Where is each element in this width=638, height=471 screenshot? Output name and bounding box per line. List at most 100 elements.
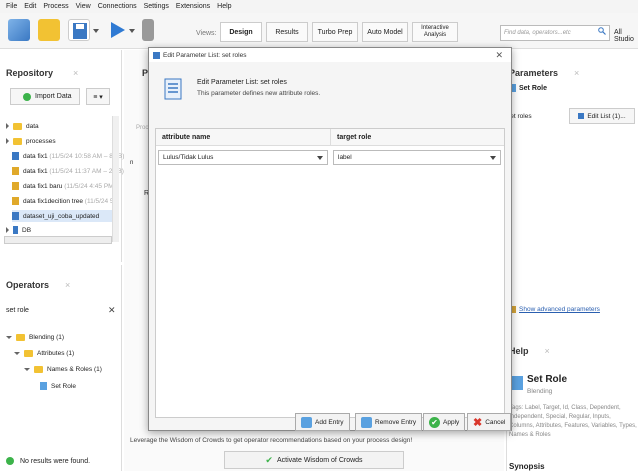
menu-connections[interactable]: Connections: [98, 3, 137, 10]
model-icon: [12, 197, 19, 205]
edit-list-icon: [163, 78, 183, 100]
add-entry-icon: [301, 416, 312, 428]
status-icon: [6, 457, 14, 465]
db-icon: [13, 226, 18, 234]
close-icon[interactable]: ×: [544, 346, 549, 356]
operators-title: Operators: [6, 280, 50, 290]
folder-icon: [24, 349, 33, 357]
cancel-button[interactable]: ✖ Cancel: [467, 413, 512, 431]
dialog-heading: Edit Parameter List: set roles: [197, 79, 287, 86]
help-category: Blending: [527, 388, 553, 395]
horizontal-scrollbar[interactable]: [4, 236, 112, 244]
item-label: DB: [22, 226, 32, 234]
all-studio-dropdown[interactable]: All Studio: [614, 29, 638, 43]
activate-wisdom-label: Activate Wisdom of Crowds: [276, 456, 363, 464]
list-item[interactable]: data fix1 (11/5/24 11:37 AM – 2 kB): [12, 165, 124, 177]
menu-help[interactable]: Help: [217, 3, 231, 10]
attribute-name-select[interactable]: Lulus/Tidak Lulus: [158, 150, 328, 165]
list-item[interactable]: data fix1 baru (11/5/24 4:45 PM): [12, 180, 116, 192]
model-icon: [12, 182, 19, 190]
item-label: data fix1decition tree: [23, 197, 83, 205]
close-icon[interactable]: ×: [574, 68, 579, 78]
remove-entry-button[interactable]: Remove Entry: [355, 413, 423, 431]
check-icon: ✔: [265, 454, 273, 465]
collapse-icon[interactable]: [6, 335, 12, 339]
node-label: Set Role: [51, 382, 76, 390]
tab-design[interactable]: Design: [220, 22, 262, 42]
import-data-label: Import Data: [35, 93, 72, 100]
expand-icon[interactable]: [6, 227, 9, 233]
edit-parameter-dialog: Edit Parameter List: set roles ✕ Edit Pa…: [148, 47, 512, 431]
item-label: data fix1 baru: [23, 182, 63, 190]
global-search-input[interactable]: Find data, operators...etc: [500, 25, 610, 41]
edit-list-button[interactable]: Edit List (1)...: [569, 108, 635, 124]
column-header-attribute[interactable]: attribute name: [156, 129, 331, 146]
edit-list-label: Edit List (1)...: [587, 112, 626, 120]
menu-file[interactable]: File: [6, 3, 17, 10]
menu-view[interactable]: View: [76, 3, 91, 10]
close-icon[interactable]: ×: [65, 280, 70, 290]
operators-status: No results were found.: [6, 457, 90, 465]
apply-button[interactable]: ✔ Apply: [423, 413, 466, 431]
tab-results[interactable]: Results: [266, 22, 308, 42]
collapse-icon[interactable]: [24, 367, 30, 371]
new-process-icon[interactable]: [8, 19, 30, 41]
run-icon[interactable]: [106, 19, 128, 41]
parameters-title-row: Parameters ×: [509, 68, 579, 78]
save-dropdown-icon[interactable]: [92, 19, 100, 41]
tree-node-blending[interactable]: Blending (1): [6, 331, 64, 343]
chevron-down-icon[interactable]: [490, 156, 496, 160]
expand-icon[interactable]: [6, 123, 9, 129]
repository-menu-button[interactable]: ≡ ▾: [86, 88, 110, 105]
apply-label: Apply: [443, 418, 460, 426]
dialog-close-icon[interactable]: ✕: [495, 50, 503, 61]
close-icon[interactable]: ×: [73, 68, 78, 78]
folder-icon: [16, 333, 25, 341]
roles-table: attribute name target role Lulus/Tidak L…: [155, 128, 505, 418]
import-data-button[interactable]: Import Data: [10, 88, 80, 105]
tab-turbo-prep[interactable]: Turbo Prep: [312, 22, 358, 42]
list-item[interactable]: data: [6, 120, 39, 132]
parameters-panel: Parameters × Set Role set roles Edit Lis…: [506, 50, 638, 332]
list-item[interactable]: dataset_uji_coba_updated: [12, 210, 116, 222]
tree-node-attributes[interactable]: Attributes (1): [14, 347, 74, 359]
help-title-row: Help ×: [509, 346, 550, 356]
operator-search-input[interactable]: set role: [4, 303, 94, 319]
tree-node-names-roles[interactable]: Names & Roles (1): [24, 363, 102, 375]
menu-process[interactable]: Process: [43, 3, 68, 10]
vertical-scrollbar[interactable]: [112, 116, 119, 242]
help-operator-name: Set Role: [527, 374, 568, 385]
search-icon[interactable]: [598, 27, 606, 35]
list-item[interactable]: DB: [6, 224, 31, 236]
attribute-name-value: Lulus/Tidak Lulus: [163, 154, 214, 161]
show-advanced-link[interactable]: Show advanced parameters: [509, 306, 600, 313]
menu-edit[interactable]: Edit: [24, 3, 36, 10]
menu-settings[interactable]: Settings: [144, 3, 169, 10]
column-header-role[interactable]: target role: [331, 129, 504, 146]
add-entry-button[interactable]: Add Entry: [295, 413, 350, 431]
stop-icon[interactable]: [142, 19, 154, 41]
expand-icon[interactable]: [6, 138, 9, 144]
collapse-icon[interactable]: [14, 351, 20, 355]
operator-set-role[interactable]: Set Role: [40, 380, 76, 392]
toolbar: Views: Design Results Turbo Prep Auto Mo…: [0, 13, 638, 49]
tab-interactive-analysis[interactable]: Interactive Analysis: [412, 22, 458, 42]
list-item[interactable]: data fix1 (11/5/24 10:58 AM – 8 kB): [12, 150, 124, 162]
save-icon[interactable]: [68, 19, 90, 41]
item-label: data fix1: [23, 167, 48, 175]
activate-wisdom-button[interactable]: ✔ Activate Wisdom of Crowds: [224, 451, 404, 469]
tab-auto-model[interactable]: Auto Model: [362, 22, 408, 42]
parameters-title: Parameters: [509, 68, 559, 78]
item-label: data fix1: [23, 152, 48, 160]
menu-extensions[interactable]: Extensions: [176, 3, 210, 10]
run-dropdown-icon[interactable]: [128, 19, 136, 41]
clear-search-icon[interactable]: ✕: [108, 305, 116, 316]
help-tags: Tags: Label, Target, Id, Class, Dependen…: [509, 405, 637, 438]
list-item[interactable]: data fix1decition tree (11/5/24 5: [12, 195, 114, 207]
open-folder-icon[interactable]: [38, 19, 60, 41]
operators-title-row: Operators ×: [6, 280, 70, 290]
chevron-down-icon[interactable]: [317, 156, 323, 160]
list-item[interactable]: processes: [6, 135, 56, 147]
target-role-select[interactable]: label: [333, 150, 501, 165]
target-role-value: label: [338, 154, 352, 161]
